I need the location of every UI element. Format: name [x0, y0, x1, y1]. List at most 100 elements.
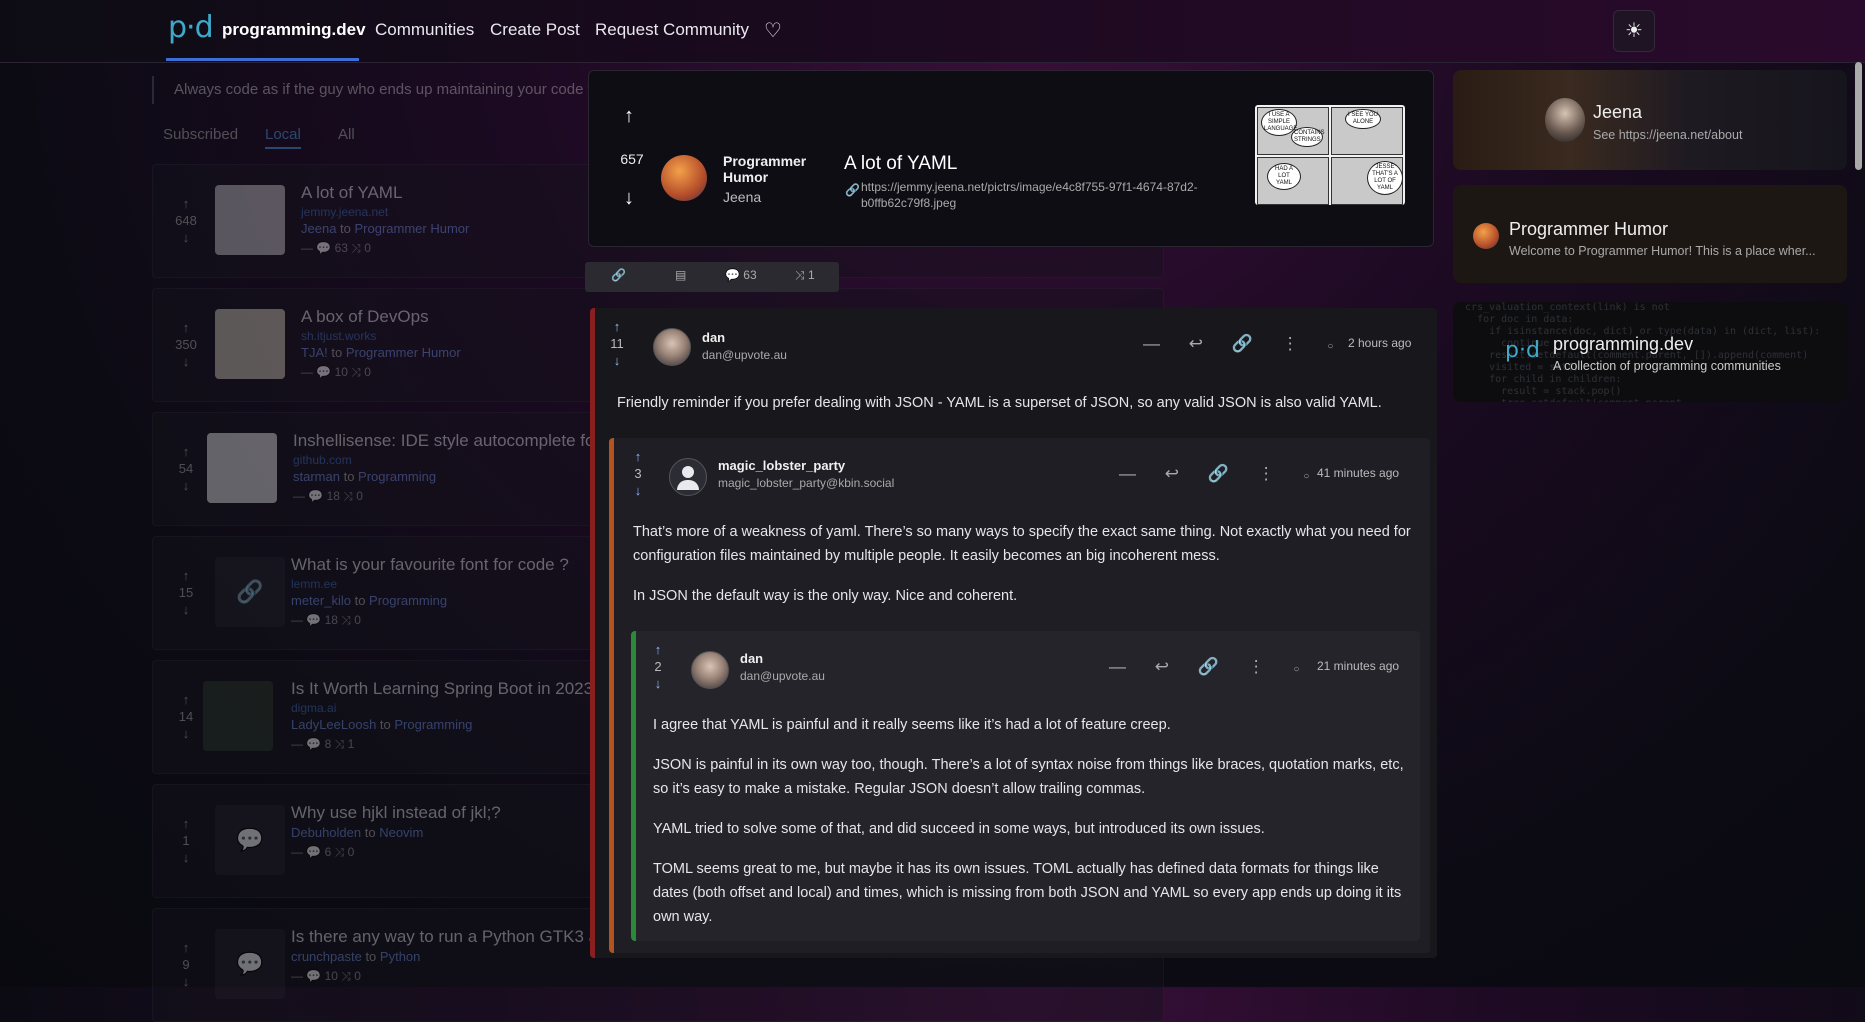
- nav-request-community-link[interactable]: Request Community: [595, 20, 749, 40]
- feed-post-title[interactable]: Is there any way to run a Python GTK3 ap…: [291, 927, 617, 947]
- comment-timestamp: 21 minutes ago: [1317, 659, 1400, 673]
- feed-post-meta: Debuholden to Neovim: [291, 825, 424, 840]
- comment-author-handle[interactable]: dan@upvote.au: [740, 669, 825, 683]
- user-card-subtitle: See https://jeena.net/about: [1593, 128, 1743, 142]
- nav-create-post-link[interactable]: Create Post: [490, 20, 580, 40]
- upvote-icon[interactable]: ↑: [624, 105, 634, 128]
- avatar: [1545, 98, 1585, 142]
- dot-icon: ○: [1327, 341, 1334, 352]
- comment-timestamp: 41 minutes ago: [1317, 466, 1400, 480]
- chat-icon[interactable]: 💬: [215, 929, 285, 999]
- post-thumbnail-image[interactable]: I USE A SIMPLE LANGUAGE I SEE YOU ALONE …: [1255, 105, 1405, 205]
- sun-icon: ☀: [1625, 20, 1643, 42]
- link-icon[interactable]: 🔗: [215, 557, 285, 627]
- upvote-icon: ↑: [613, 319, 621, 334]
- page-scrollbar[interactable]: [1855, 62, 1862, 170]
- feed-post-domain[interactable]: digma.ai: [291, 701, 336, 715]
- feed-post-stats: — 💬 18 ⤨ 0: [293, 489, 363, 503]
- comment-toolbar[interactable]: — ↩ 🔗 ⋮ ○: [1109, 657, 1299, 677]
- active-nav-underline: [166, 58, 359, 61]
- feed-post-title[interactable]: A lot of YAML: [301, 183, 402, 203]
- chat-icon[interactable]: 💬: [215, 805, 285, 875]
- post-title[interactable]: A lot of YAML: [844, 153, 957, 175]
- comment-reply: ↑ 3 ↓ magic_lobster_party magic_lobster_pa…: [609, 438, 1430, 953]
- user-card[interactable]: Jeena See https://jeena.net/about: [1453, 70, 1847, 170]
- comment-toolbar[interactable]: — ↩ 🔗 ⋮ ○: [1119, 464, 1309, 484]
- post-header-card: ↑ 657 ↓ Programmer Humor Jeena A lot of …: [588, 70, 1434, 247]
- upvote-icon: ↑: [634, 449, 642, 464]
- expand-icon[interactable]: ▤: [675, 268, 686, 282]
- downvote-icon: ↓: [613, 353, 621, 368]
- tab-subscribed[interactable]: Subscribed: [163, 126, 238, 143]
- comment-body: Friendly reminder if you prefer dealing …: [617, 395, 1382, 411]
- feed-post-votes[interactable]: ↑ 350 ↓: [171, 319, 201, 370]
- community-avatar: [1473, 223, 1499, 249]
- feed-post-votes[interactable]: ↑ 9 ↓: [171, 939, 201, 990]
- avatar[interactable]: [653, 328, 691, 366]
- feed-post-domain[interactable]: jemmy.jeena.net: [301, 205, 388, 219]
- comment-author-name[interactable]: magic_lobster_party: [718, 458, 845, 473]
- feed-post-title[interactable]: What is your favourite font for code ?: [291, 555, 569, 575]
- post-community-link[interactable]: Programmer Humor: [723, 153, 823, 185]
- feed-post-thumbnail[interactable]: [215, 185, 285, 255]
- link-icon[interactable]: 🔗: [611, 268, 626, 282]
- community-card-subtitle: Welcome to Programmer Humor! This is a p…: [1509, 244, 1816, 258]
- tab-all[interactable]: All: [338, 126, 355, 143]
- comments-count[interactable]: 💬 63: [725, 268, 757, 282]
- comment-votes[interactable]: ↑ 2 ↓: [648, 641, 668, 692]
- feed-post-meta: crunchpaste to Python: [291, 949, 421, 964]
- comment-votes[interactable]: ↑ 3 ↓: [628, 448, 648, 499]
- feed-post-title[interactable]: A box of DevOps: [301, 307, 429, 327]
- community-card-name: Programmer Humor: [1509, 219, 1669, 239]
- feed-post-meta: TJA! to Programmer Humor: [301, 345, 461, 360]
- comment-reply: ↑ 2 ↓ dan dan@upvote.au — ↩ 🔗 ⋮ ○ 21 minut…: [631, 631, 1420, 941]
- navbar: p·d programming.dev Communities Create P…: [0, 0, 1865, 63]
- feed-post-votes[interactable]: ↑ 648 ↓: [171, 195, 201, 246]
- site-logo[interactable]: p·d: [168, 10, 214, 45]
- comment-author-handle[interactable]: magic_lobster_party@kbin.social: [718, 476, 894, 490]
- feed-post-stats: — 💬 10 ⤨ 0: [291, 969, 361, 983]
- comment-author-name[interactable]: dan: [702, 330, 725, 345]
- feed-post-domain[interactable]: github.com: [293, 453, 352, 467]
- feed-post-title[interactable]: Why use hjkl instead of jkl;?: [291, 803, 501, 823]
- downvote-icon[interactable]: ↓: [624, 187, 634, 210]
- comment-timestamp: 2 hours ago: [1348, 336, 1412, 350]
- site-name-link[interactable]: programming.dev: [222, 20, 366, 40]
- avatar[interactable]: [669, 458, 707, 496]
- feed-post-stats: — 💬 8 ⤨ 1: [291, 737, 355, 751]
- feed-post-meta: starman to Programming: [293, 469, 437, 484]
- crosspost-count[interactable]: ⤨ 1: [795, 268, 815, 283]
- feed-post-thumbnail[interactable]: [207, 433, 277, 503]
- downvote-icon: ↓: [654, 676, 662, 691]
- feed-post-votes[interactable]: ↑ 54 ↓: [171, 443, 201, 494]
- theme-toggle-button[interactable]: ☀: [1613, 10, 1655, 52]
- reply-icon: ↩: [1154, 657, 1169, 676]
- comment-author-name[interactable]: dan: [740, 651, 763, 666]
- feed-post-thumbnail[interactable]: [215, 309, 285, 379]
- feed-post-domain[interactable]: sh.itjust.works: [301, 329, 376, 343]
- feed-post-votes[interactable]: ↑ 1 ↓: [171, 815, 201, 866]
- post-author-link[interactable]: Jeena: [723, 189, 761, 205]
- heart-icon[interactable]: ♡: [764, 18, 782, 43]
- upvote-icon: ↑: [654, 642, 662, 657]
- comment-votes[interactable]: ↑ 11 ↓: [607, 318, 627, 369]
- feed-post-votes[interactable]: ↑ 15 ↓: [171, 567, 201, 618]
- community-card[interactable]: Programmer Humor Welcome to Programmer H…: [1453, 185, 1847, 283]
- feed-post-thumbnail[interactable]: [203, 681, 273, 751]
- comment-toolbar[interactable]: — ↩ 🔗 ⋮ ○: [1143, 334, 1333, 354]
- user-card-name: Jeena: [1593, 102, 1643, 122]
- tab-local[interactable]: Local: [265, 126, 301, 149]
- feed-post-votes[interactable]: ↑ 14 ↓: [171, 691, 201, 742]
- avatar[interactable]: [691, 651, 729, 689]
- instance-card[interactable]: crs_valuation_context(link) is not for d…: [1453, 302, 1847, 402]
- comic-bubble: CONTAINS STRINGS: [1291, 127, 1325, 147]
- comic-bubble: I SEE YOU ALONE: [1345, 109, 1381, 129]
- feed-post-title[interactable]: Is It Worth Learning Spring Boot in 2023…: [291, 679, 603, 699]
- reply-icon: ↩: [1164, 464, 1179, 483]
- feed-post-domain[interactable]: lemm.ee: [291, 577, 337, 591]
- community-avatar[interactable]: [661, 155, 707, 201]
- post-url-link[interactable]: https://jemmy.jeena.net/pictrs/image/e4c…: [861, 179, 1241, 211]
- comment-author-handle[interactable]: dan@upvote.au: [702, 348, 787, 362]
- nav-communities-link[interactable]: Communities: [375, 20, 474, 40]
- comment-thread: ↑ 11 ↓ dan dan@upvote.au — ↩ 🔗 ⋮ ○ 2 hours…: [590, 308, 1437, 958]
